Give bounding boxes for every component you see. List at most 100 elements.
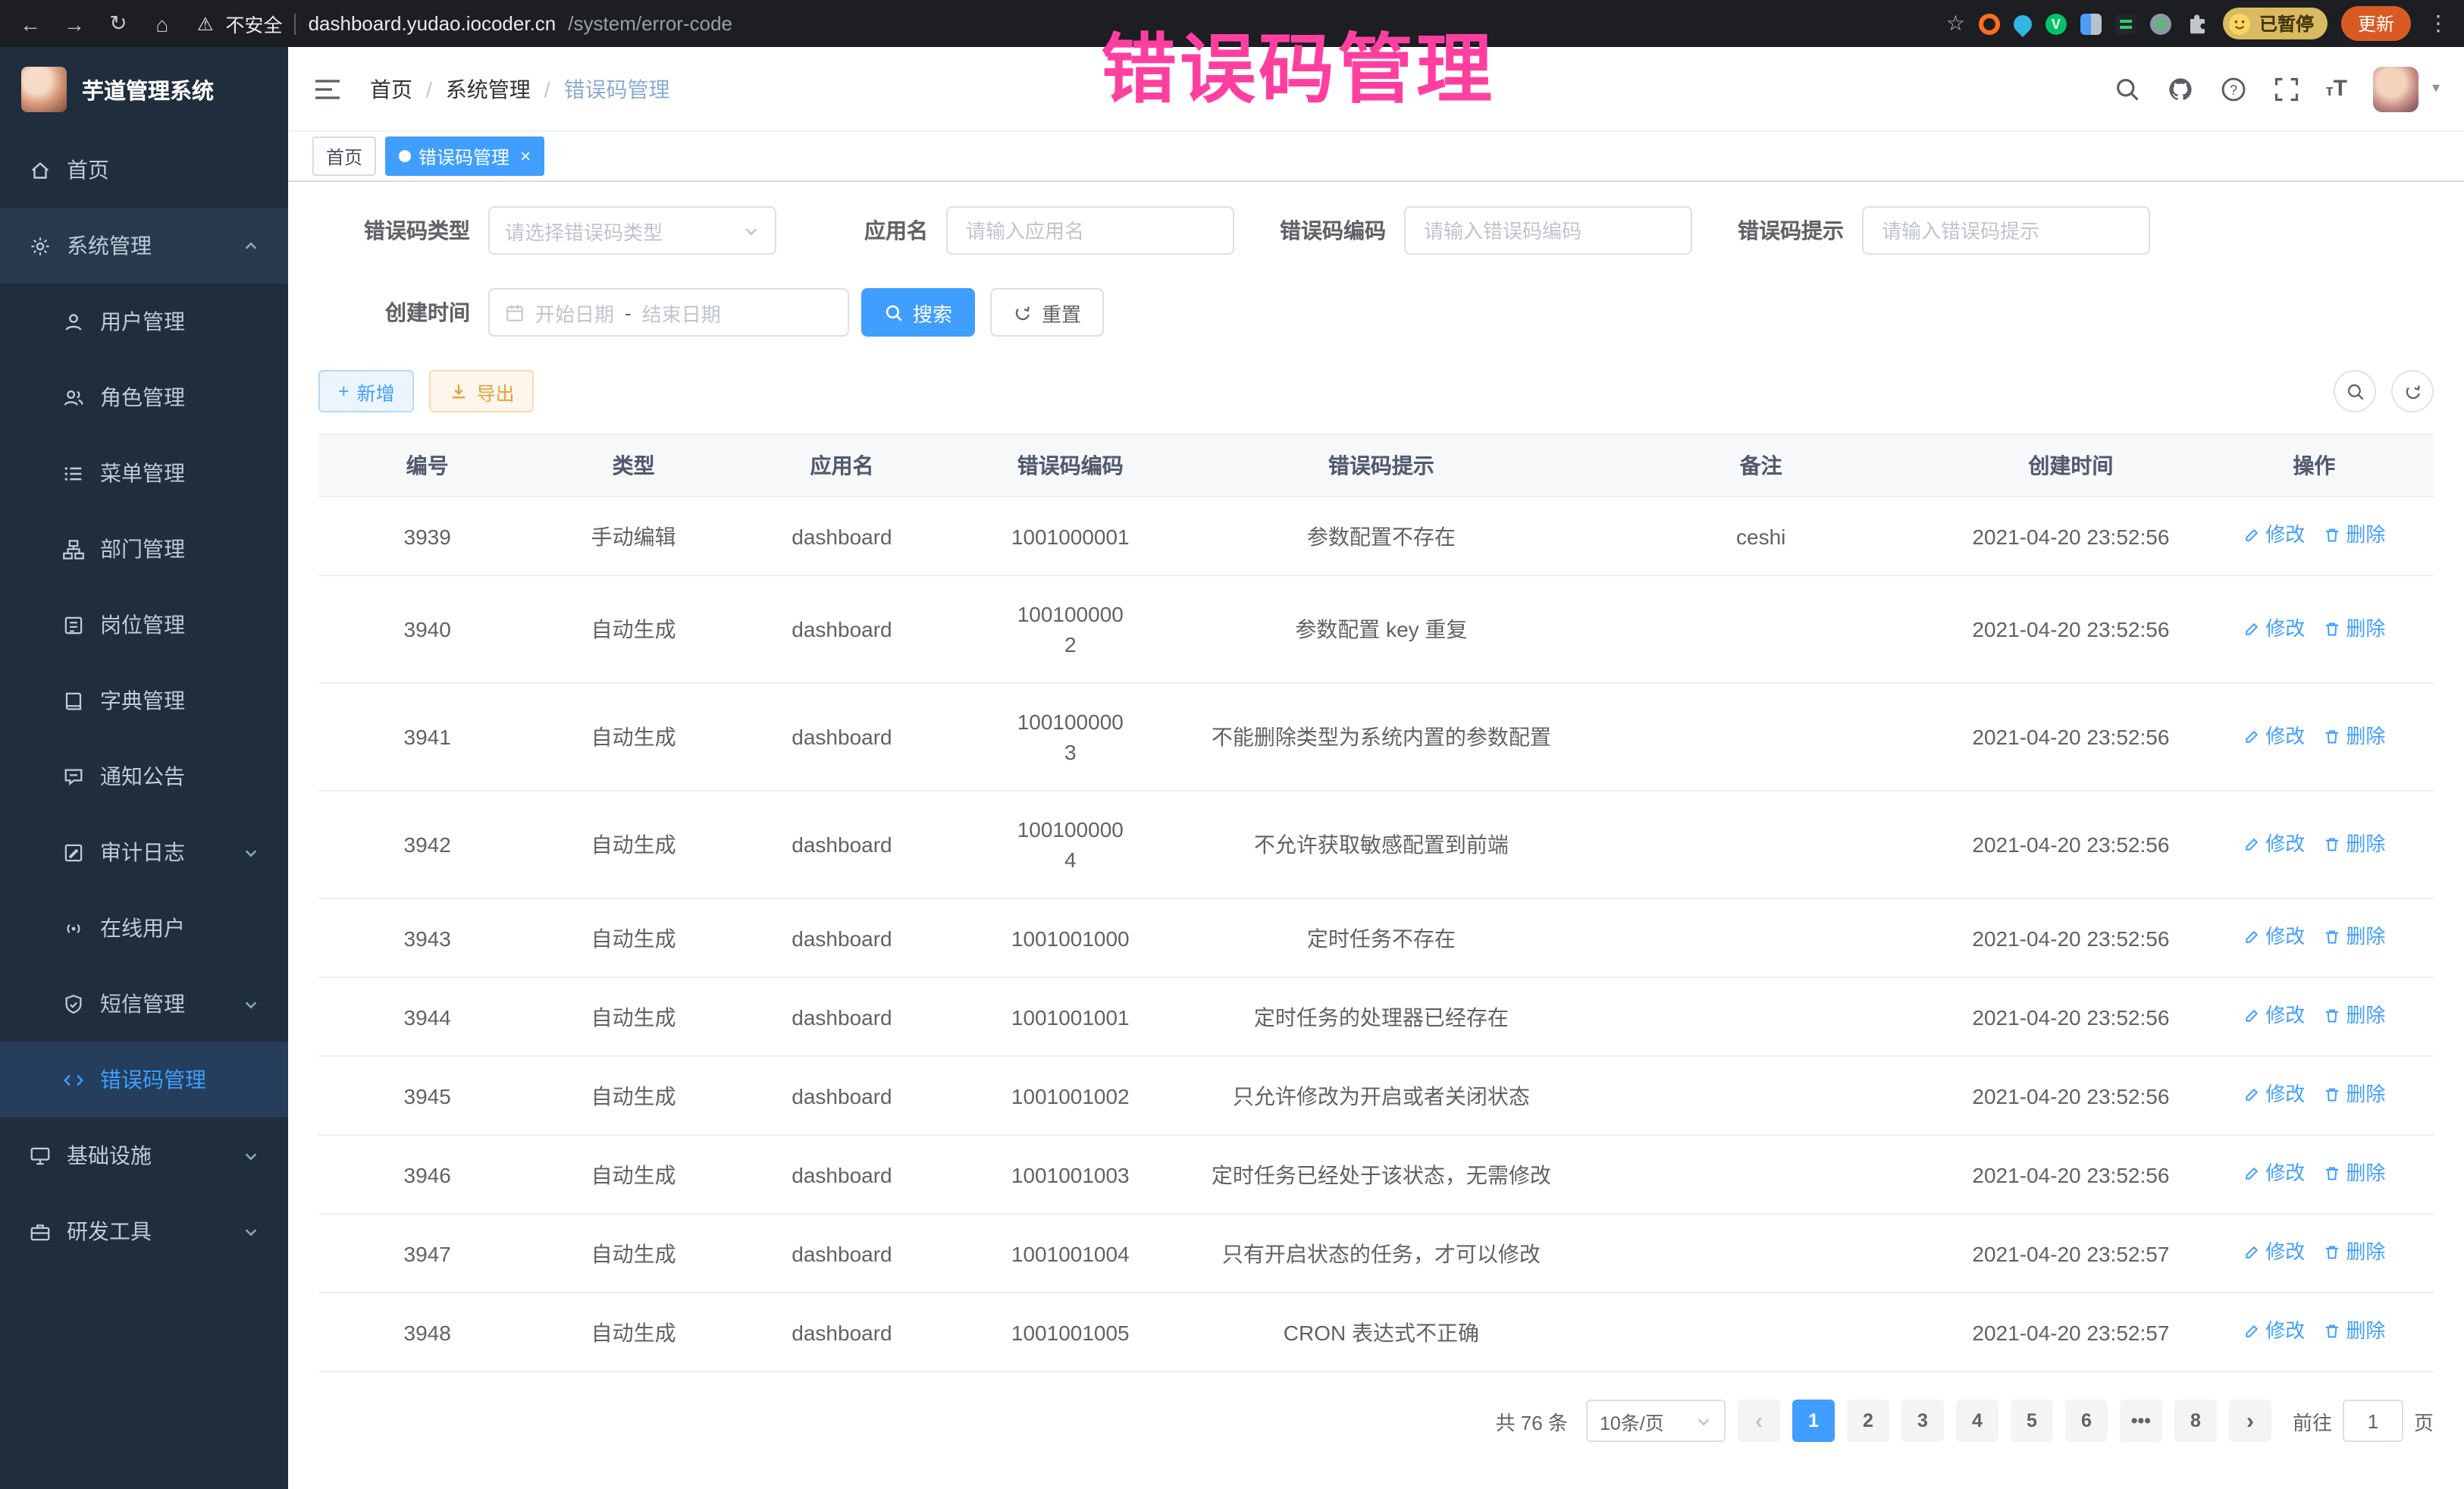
infra-icon	[29, 1144, 52, 1167]
select-placeholder: 请选择错误码类型	[505, 216, 743, 245]
avatar[interactable]	[2373, 66, 2419, 111]
font-size-icon[interactable]: тT	[2326, 75, 2347, 102]
sidebar-item-menus[interactable]: 菜单管理	[0, 435, 288, 511]
edit-link[interactable]: 修改	[2243, 1001, 2305, 1031]
page-number-button[interactable]: 1	[1792, 1400, 1835, 1442]
delete-link[interactable]: 删除	[2323, 520, 2385, 550]
edit-icon	[2243, 928, 2261, 946]
refresh-icon	[1013, 303, 1033, 322]
tag-close-icon[interactable]: ×	[520, 146, 531, 167]
sidebar-item-sms[interactable]: 短信管理	[0, 966, 288, 1042]
breadcrumb: 首页 / 系统管理 / 错误码管理	[370, 74, 670, 104]
tag-home[interactable]: 首页	[312, 136, 376, 176]
back-icon[interactable]: ←	[15, 11, 45, 36]
delete-link[interactable]: 删除	[2323, 829, 2385, 859]
delete-link[interactable]: 删除	[2323, 1080, 2385, 1110]
tag-error-code[interactable]: 错误码管理 ×	[385, 136, 544, 176]
cell-type: 手动编辑	[536, 497, 731, 575]
logo-row[interactable]: 芋道管理系统	[0, 47, 288, 132]
delete-link[interactable]: 删除	[2323, 1237, 2385, 1268]
search-icon[interactable]	[2114, 75, 2141, 102]
address-bar[interactable]: ⚠ 不安全 dashboard.yudao.iocoder.cn/system/…	[197, 9, 1933, 38]
page-number-button[interactable]: 5	[2011, 1400, 2053, 1442]
github-icon[interactable]	[2167, 75, 2194, 102]
help-icon[interactable]: ?	[2220, 75, 2247, 102]
sidebar-item-dev-tools[interactable]: 研发工具	[0, 1193, 288, 1269]
error-type-select[interactable]: 请选择错误码类型	[488, 206, 776, 255]
extensions-puzzle-icon[interactable]	[2185, 11, 2209, 36]
sidebar-item-infrastructure[interactable]: 基础设施	[0, 1118, 288, 1193]
cell-remark	[1575, 1056, 1947, 1135]
error-hint-input[interactable]	[1862, 206, 2150, 255]
edit-link[interactable]: 修改	[2243, 520, 2305, 550]
sidebar-item-roles[interactable]: 角色管理	[0, 359, 288, 435]
extension-icon-2[interactable]	[2010, 11, 2036, 36]
bookmark-star-icon[interactable]: ☆	[1946, 11, 1965, 36]
sidebar-item-online-users[interactable]: 在线用户	[0, 890, 288, 966]
edit-link[interactable]: 修改	[2243, 1158, 2305, 1189]
hamburger-icon[interactable]	[312, 74, 343, 104]
prev-page-button[interactable]: ‹	[1738, 1400, 1780, 1442]
profile-chip[interactable]: 已暂停	[2223, 8, 2328, 39]
error-code-input[interactable]	[1404, 206, 1692, 255]
sidebar-item-system[interactable]: 系统管理	[0, 208, 288, 284]
forward-icon[interactable]: →	[59, 11, 89, 36]
breadcrumb-system[interactable]: 系统管理	[446, 74, 531, 104]
sidebar-item-audit-log[interactable]: 审计日志	[0, 814, 288, 890]
cell-code: 100100000 2	[953, 575, 1188, 683]
pagination: 共 76 条 10条/页 ‹ 123456•••8 › 前往 页	[318, 1400, 2434, 1472]
date-range-picker[interactable]: 开始日期 - 结束日期	[488, 288, 849, 337]
extension-icon-1[interactable]	[1979, 13, 2000, 34]
browser-home-icon[interactable]: ⌂	[147, 11, 177, 36]
edit-link[interactable]: 修改	[2243, 829, 2305, 859]
extension-icon-3[interactable]: V	[2045, 13, 2067, 34]
delete-link[interactable]: 删除	[2323, 1316, 2385, 1346]
reset-button[interactable]: 重置	[990, 288, 1104, 337]
delete-link[interactable]: 删除	[2323, 721, 2385, 751]
page-number-button[interactable]: 3	[1901, 1400, 1944, 1442]
edit-link-label: 修改	[2265, 520, 2305, 550]
edit-link[interactable]: 修改	[2243, 1237, 2305, 1268]
extension-icon-5[interactable]	[2115, 13, 2136, 34]
export-button[interactable]: 导出	[430, 370, 534, 412]
sidebar-item-home[interactable]: 首页	[0, 132, 288, 208]
sidebar-item-error-code[interactable]: 错误码管理	[0, 1042, 288, 1118]
edit-link[interactable]: 修改	[2243, 721, 2305, 751]
extension-icon-6[interactable]	[2150, 13, 2171, 34]
sidebar-item-users[interactable]: 用户管理	[0, 284, 288, 359]
sidebar-item-dictionary[interactable]: 字典管理	[0, 663, 288, 738]
table-row: 3943 自动生成 dashboard 1001001000 定时任务不存在 2…	[318, 898, 2434, 977]
page-number-button[interactable]: 4	[1956, 1400, 1998, 1442]
fullscreen-icon[interactable]	[2273, 75, 2300, 102]
reload-icon[interactable]: ↻	[103, 11, 133, 36]
delete-link[interactable]: 删除	[2323, 1001, 2385, 1031]
delete-link[interactable]: 删除	[2323, 922, 2385, 952]
update-button[interactable]: 更新	[2341, 6, 2411, 41]
sidebar-item-posts[interactable]: 岗位管理	[0, 587, 288, 663]
edit-link[interactable]: 修改	[2243, 922, 2305, 952]
page-size-select[interactable]: 10条/页	[1586, 1400, 1726, 1442]
add-button[interactable]: + 新增	[318, 370, 415, 412]
extension-icon-4[interactable]	[2080, 13, 2102, 34]
page-number-button[interactable]: •••	[2120, 1400, 2162, 1442]
page-number-button[interactable]: 2	[1847, 1400, 1889, 1442]
next-page-button[interactable]: ›	[2229, 1400, 2271, 1442]
delete-link[interactable]: 删除	[2323, 1158, 2385, 1189]
delete-link[interactable]: 删除	[2323, 613, 2385, 644]
edit-link[interactable]: 修改	[2243, 1080, 2305, 1110]
sidebar-item-notices[interactable]: 通知公告	[0, 738, 288, 814]
search-button[interactable]: 搜索	[861, 288, 975, 337]
app-name-input[interactable]	[946, 206, 1234, 255]
caret-down-icon[interactable]: ▾	[2432, 80, 2440, 97]
browser-menu-icon[interactable]: ⋮	[2428, 11, 2449, 36]
refresh-table-button[interactable]	[2391, 370, 2434, 412]
page-number-button[interactable]: 6	[2065, 1400, 2108, 1442]
page-number-button[interactable]: 8	[2174, 1400, 2217, 1442]
toggle-search-button[interactable]	[2334, 370, 2376, 412]
edit-link[interactable]: 修改	[2243, 613, 2305, 644]
goto-page-input[interactable]	[2343, 1400, 2403, 1442]
message-icon	[62, 765, 85, 788]
sidebar-item-departments[interactable]: 部门管理	[0, 511, 288, 587]
breadcrumb-home[interactable]: 首页	[370, 74, 412, 104]
edit-link[interactable]: 修改	[2243, 1316, 2305, 1346]
